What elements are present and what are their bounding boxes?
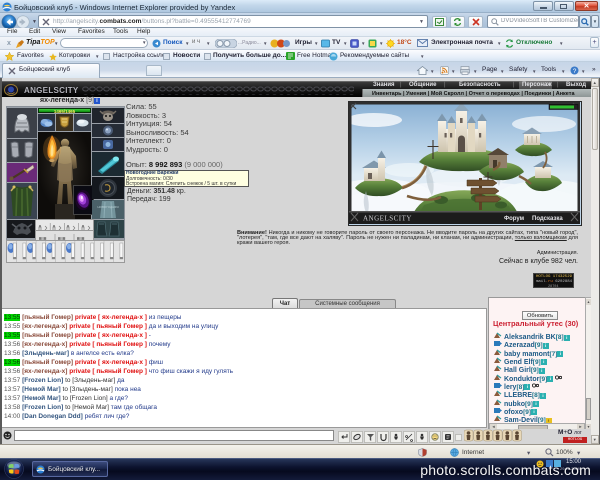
svg-text:НОВОГОДНЯЯ: НОВОГОДНЯЯ bbox=[98, 205, 119, 209]
svg-text:Форум: Форум bbox=[504, 216, 525, 222]
svg-text:ANGELSCITY: ANGELSCITY bbox=[363, 215, 412, 223]
svg-text:?: ? bbox=[573, 68, 577, 75]
svg-text:Подсказка: Подсказка bbox=[532, 216, 563, 222]
